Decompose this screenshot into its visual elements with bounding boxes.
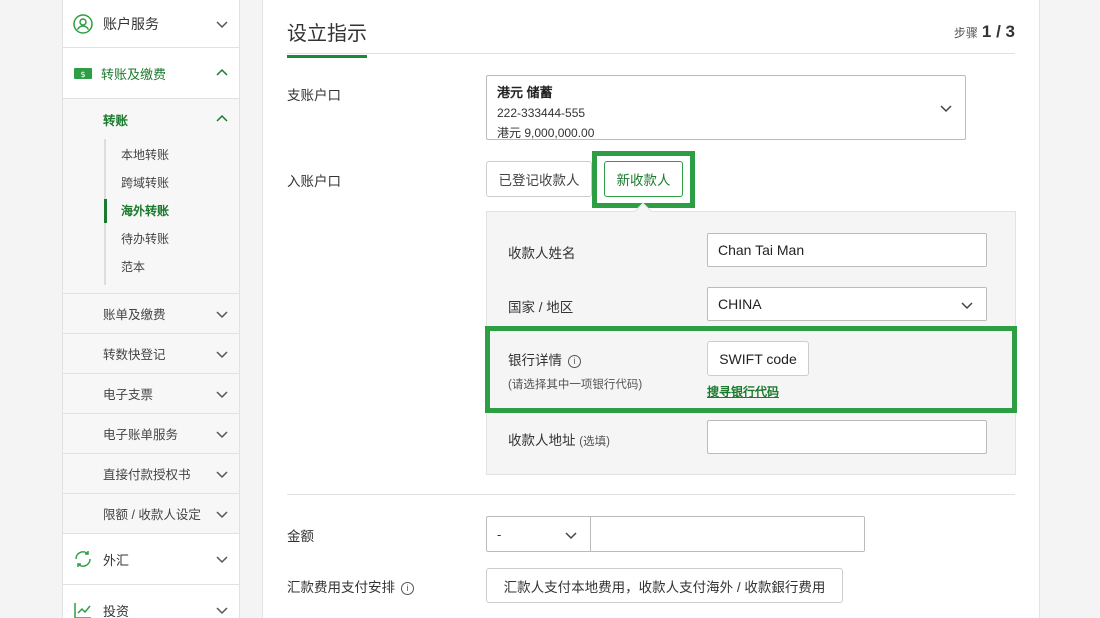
chart-line-icon: [74, 603, 91, 618]
sidebar-item-label: 转账及缴费: [101, 66, 167, 82]
chevron-up-icon: [216, 68, 228, 76]
country-select[interactable]: CHINA: [707, 287, 987, 321]
info-icon[interactable]: i: [401, 582, 414, 595]
chevron-down-icon: [565, 532, 577, 540]
forex-icon: [75, 551, 91, 567]
money-transfer-icon: $: [74, 68, 92, 79]
credit-account-label: 入账户口: [287, 174, 341, 189]
bank-details-text: 银行详情: [508, 353, 562, 368]
sidebar-item-label: 电子支票: [103, 388, 154, 402]
user-icon: [73, 13, 93, 34]
currency-select[interactable]: -: [486, 516, 591, 552]
amount-input[interactable]: [591, 516, 865, 552]
country-label: 国家 / 地区: [508, 300, 574, 315]
sidebar-item-label: 限额 / 收款人设定: [103, 508, 201, 522]
fee-label-text: 汇款费用支付安排: [287, 580, 395, 595]
step-indicator: 步骤 1 / 3: [954, 22, 1015, 42]
chevron-down-icon: [216, 390, 228, 398]
transfer-submenu: 本地转账 跨域转账 海外转账 待办转账 范本: [104, 139, 239, 285]
chevron-down-icon: [216, 470, 228, 478]
sidebar-item-e-bill[interactable]: 电子账单服务: [63, 413, 239, 453]
payee-address-input[interactable]: [707, 420, 987, 454]
main-panel: 设立指示 步骤 1 / 3 支账户口 港元 储蓄 222-333444-555 港…: [262, 0, 1040, 618]
sidebar-item-label: 电子账单服务: [103, 428, 179, 442]
account-balance: 港元 9,000,000.00: [497, 126, 595, 140]
sidebar-item-forex[interactable]: 外汇: [63, 533, 239, 584]
page-header: 设立指示 步骤 1 / 3: [287, 0, 1015, 58]
chevron-down-icon: [961, 302, 973, 310]
sidebar: 账户服务 $ 转账及缴费 转账 本地转账 跨域转账 海外转账 待办转账 范本 账…: [62, 0, 240, 618]
account-name: 港元 储蓄: [497, 85, 553, 100]
step-label: 步骤: [953, 26, 978, 40]
search-bank-code-link[interactable]: 搜寻银行代码: [707, 383, 779, 400]
payee-address-text: 收款人地址: [508, 433, 576, 448]
section-divider: [287, 494, 1015, 495]
sidebar-item-label: 投资: [103, 603, 130, 618]
fee-option-button[interactable]: 汇款人支付本地费用，收款人支付海外 / 收款銀行费用: [486, 568, 843, 603]
sidebar-item-label: 账户服务: [103, 15, 159, 32]
swift-code-button[interactable]: SWIFT code: [707, 341, 809, 376]
sidebar-item-label: 账单及缴费: [103, 308, 166, 322]
chevron-down-icon: [216, 20, 228, 28]
svg-text:$: $: [80, 70, 85, 79]
sidebar-item-label: 直接付款授权书: [103, 468, 191, 482]
tab-registered-payee[interactable]: 已登记收款人: [486, 161, 592, 197]
payee-name-label: 收款人姓名: [508, 246, 576, 261]
sidebar-item-invest[interactable]: 投资: [63, 584, 239, 618]
chevron-down-icon: [216, 510, 228, 518]
sidebar-item-fps-registration[interactable]: 转数快登记: [63, 333, 239, 373]
chevron-down-icon: [940, 105, 952, 113]
sidebar-item-label: 外汇: [103, 552, 130, 568]
currency-value: -: [497, 526, 502, 542]
sidebar-item-transfer-payment[interactable]: $ 转账及缴费: [63, 48, 239, 99]
page-title: 设立指示: [287, 17, 367, 58]
payee-name-input[interactable]: Chan Tai Man: [707, 233, 987, 267]
tab-new-payee[interactable]: 新收款人: [604, 161, 683, 197]
sidebar-item-pending-transfer[interactable]: 待办转账: [106, 225, 239, 253]
country-value: CHINA: [718, 296, 762, 312]
bank-details-label: 银行详情 i: [508, 349, 581, 369]
sidebar-item-label: 转数快登记: [103, 348, 166, 362]
chevron-up-icon: [216, 114, 228, 122]
optional-tag: (选填): [579, 436, 610, 448]
info-icon[interactable]: i: [568, 355, 581, 368]
sidebar-item-overseas-transfer[interactable]: 海外转账: [104, 197, 239, 225]
chevron-down-icon: [216, 607, 228, 615]
step-value: 1 / 3: [981, 22, 1015, 41]
chevron-down-icon: [216, 556, 228, 564]
amount-label: 金额: [287, 529, 314, 544]
sidebar-item-transfer[interactable]: 转账: [63, 99, 239, 139]
sidebar-item-account-services[interactable]: 账户服务: [63, 0, 239, 48]
sidebar-item-bills[interactable]: 账单及缴费: [63, 293, 239, 333]
sidebar-item-label: 转账: [103, 113, 129, 128]
debit-account-label: 支账户口: [287, 88, 341, 103]
chevron-down-icon: [216, 310, 228, 318]
sidebar-item-local-transfer[interactable]: 本地转账: [106, 141, 239, 169]
sidebar-item-cross-region-transfer[interactable]: 跨域转账: [106, 169, 239, 197]
fee-arrangement-label: 汇款费用支付安排 i: [287, 576, 414, 596]
sidebar-item-limits[interactable]: 限额 / 收款人设定: [63, 493, 239, 533]
sidebar-item-e-cheque[interactable]: 电子支票: [63, 373, 239, 413]
debit-account-select[interactable]: 港元 储蓄 222-333444-555 港元 9,000,000.00: [486, 75, 966, 140]
page: 账户服务 $ 转账及缴费 转账 本地转账 跨域转账 海外转账 待办转账 范本 账…: [0, 0, 1100, 618]
chevron-down-icon: [216, 350, 228, 358]
sidebar-item-direct-debit[interactable]: 直接付款授权书: [63, 453, 239, 493]
chevron-down-icon: [216, 430, 228, 438]
sidebar-item-templates[interactable]: 范本: [106, 253, 239, 281]
account-number: 222-333444-555: [497, 106, 586, 120]
payee-address-label: 收款人地址 (选填): [508, 429, 610, 449]
bank-details-note: (请选择其中一项银行代码): [508, 379, 643, 391]
